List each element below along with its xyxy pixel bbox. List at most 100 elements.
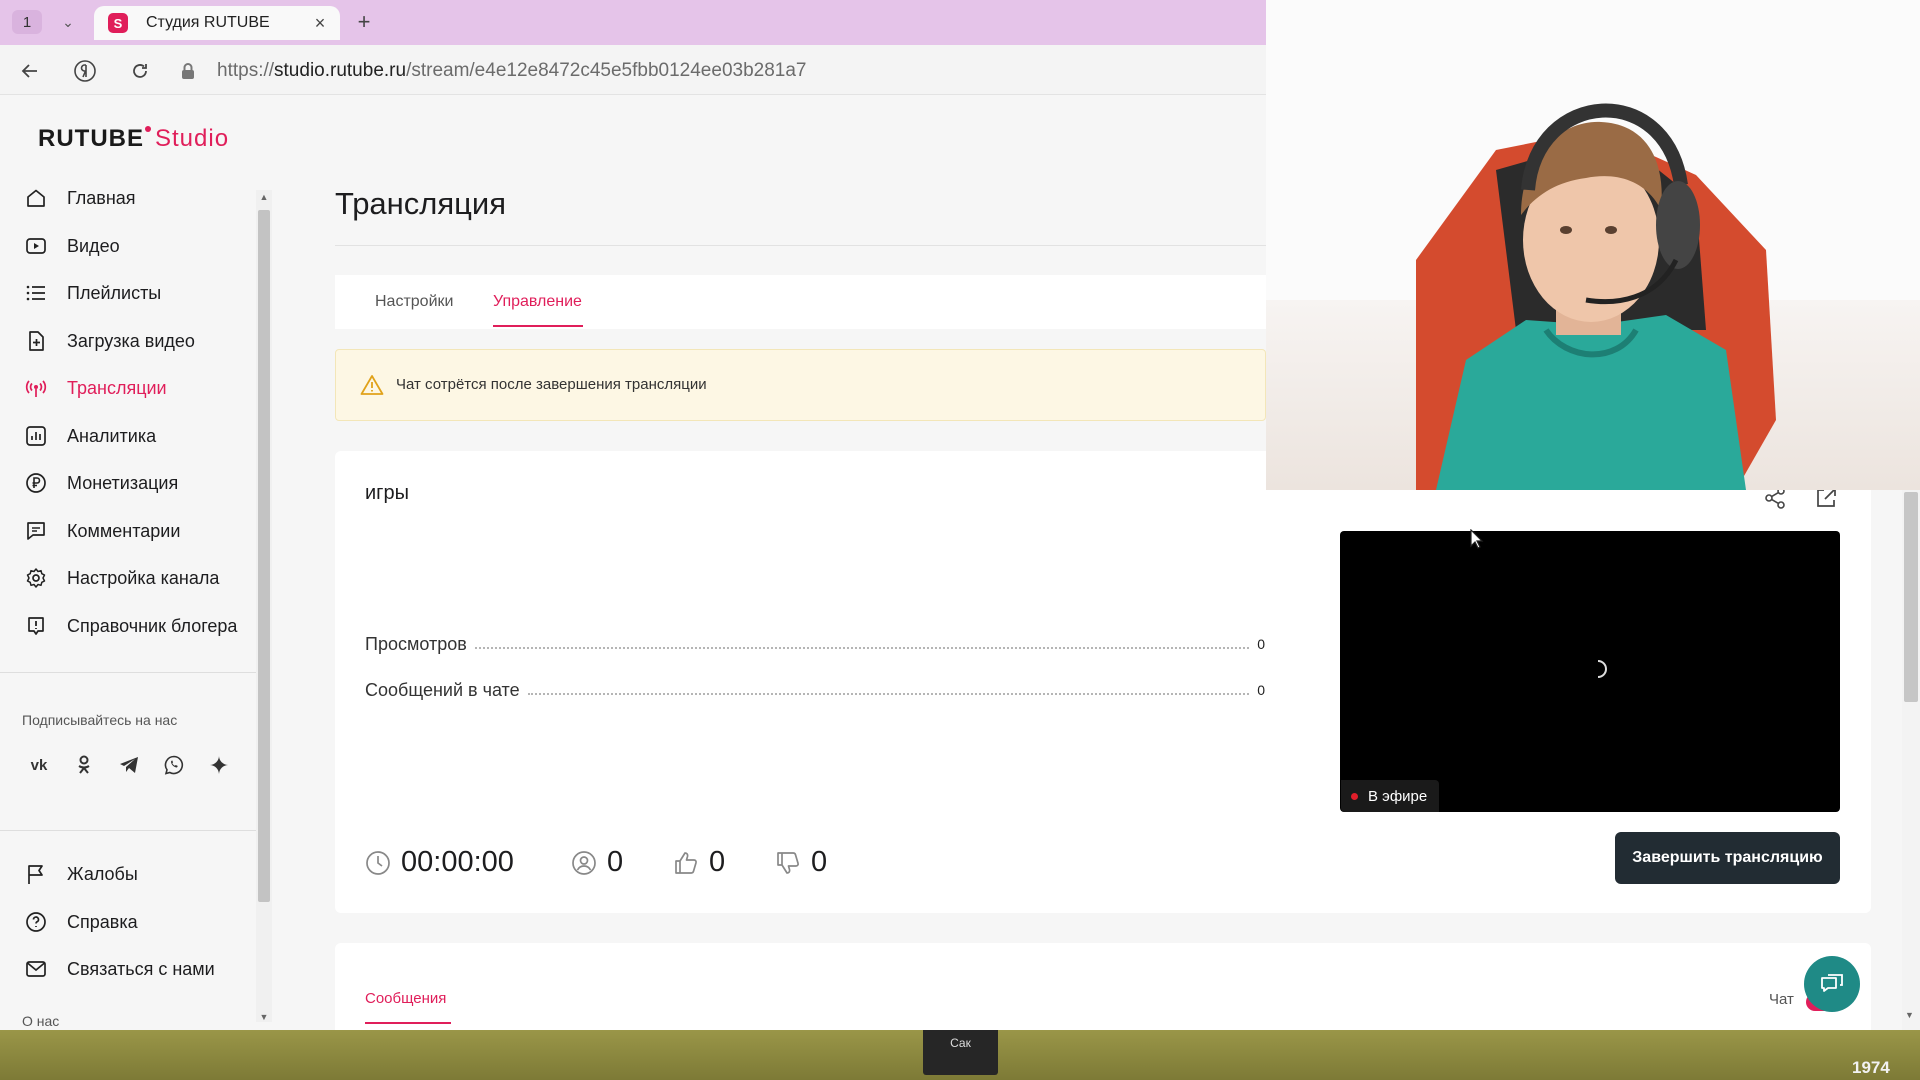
sidebar-item-label: Аналитика bbox=[67, 425, 157, 446]
url-field[interactable]: https://studio.rutube.ru/stream/e4e12e84… bbox=[217, 60, 806, 82]
end-stream-button[interactable]: Завершить трансляцию bbox=[1615, 832, 1840, 884]
home-icon bbox=[24, 186, 48, 210]
chevron-down-icon[interactable]: ⌄ bbox=[53, 10, 83, 34]
new-tab-plus-icon[interactable]: + bbox=[350, 8, 378, 36]
thumbs-up-icon bbox=[673, 850, 699, 876]
sidebar: RUTUBE Studio Главная Видео Плейлисты Заг… bbox=[0, 95, 256, 1030]
rutube-studio-logo[interactable]: RUTUBE Studio bbox=[38, 125, 229, 153]
page-scrollbar-thumb[interactable] bbox=[1904, 492, 1918, 702]
browser-tab-title: Студия RUTUBE bbox=[146, 14, 270, 31]
live-badge: В эфире bbox=[1341, 780, 1440, 812]
mouse-cursor-icon bbox=[1470, 528, 1484, 549]
loading-spinner-icon bbox=[1592, 657, 1612, 681]
flag-icon bbox=[24, 862, 48, 886]
sidebar-item-label: Справочник блогера bbox=[67, 615, 238, 636]
alert-text: Чат сотрётся после завершения трансляции bbox=[396, 376, 707, 393]
messages-tab-underline bbox=[365, 1022, 451, 1024]
likes-metric: 0 bbox=[673, 846, 725, 879]
thumbs-down-icon bbox=[775, 850, 801, 876]
stat-label: Сообщений в чате bbox=[365, 679, 520, 700]
viber-icon[interactable] bbox=[157, 748, 191, 782]
sidebar-item-label: Трансляции bbox=[67, 377, 167, 398]
tab-management[interactable]: Управление bbox=[493, 293, 582, 311]
sidebar-item-home[interactable]: Главная bbox=[24, 181, 136, 215]
dotted-leader bbox=[474, 647, 1250, 649]
info-icon bbox=[24, 614, 48, 638]
ruble-icon bbox=[24, 471, 48, 495]
dislikes-metric: 0 bbox=[775, 846, 827, 879]
sidebar-item-broadcasts[interactable]: Трансляции bbox=[24, 371, 167, 405]
scroll-down-arrow-icon[interactable]: ▼ bbox=[1905, 1010, 1917, 1024]
mail-icon bbox=[24, 957, 48, 981]
tab-messages[interactable]: Сообщения bbox=[365, 990, 446, 1007]
sidebar-divider bbox=[0, 830, 256, 831]
sidebar-item-monetization[interactable]: Монетизация bbox=[24, 466, 178, 500]
upload-icon bbox=[24, 329, 48, 353]
stat-value: 0 bbox=[1257, 682, 1265, 698]
follow-us-label: Подписывайтесь на нас bbox=[22, 712, 178, 728]
sidebar-item-label: Главная bbox=[67, 187, 136, 208]
sidebar-item-playlists[interactable]: Плейлисты bbox=[24, 276, 161, 310]
sidebar-item-blogger-guide[interactable]: Справочник блогера bbox=[24, 609, 237, 643]
rutube-favicon-icon: S bbox=[108, 13, 128, 33]
user-icon bbox=[571, 850, 597, 876]
stat-label: Просмотров bbox=[365, 633, 467, 654]
active-tab-underline bbox=[493, 325, 583, 327]
stat-chat-messages-row: Сообщений в чате 0 bbox=[365, 678, 1265, 702]
close-icon[interactable]: × bbox=[308, 11, 332, 35]
help-icon bbox=[24, 910, 48, 934]
sidebar-item-comments[interactable]: Комментарии bbox=[24, 514, 180, 548]
scroll-down-arrow-icon[interactable]: ▼ bbox=[258, 1011, 270, 1023]
yandex-icon[interactable] bbox=[71, 57, 99, 85]
playlist-icon bbox=[24, 281, 48, 305]
sidebar-scrollbar-thumb[interactable] bbox=[258, 210, 270, 902]
sidebar-item-analytics[interactable]: Аналитика bbox=[24, 419, 156, 453]
telegram-icon[interactable] bbox=[112, 748, 146, 782]
browser-tab[interactable]: S Студия RUTUBE × bbox=[94, 6, 340, 40]
sidebar-divider bbox=[0, 672, 256, 673]
reload-icon[interactable] bbox=[126, 57, 154, 85]
tabs-bar: Настройки Управление bbox=[335, 275, 1266, 329]
ok-icon[interactable] bbox=[67, 748, 101, 782]
sidebar-item-channel-settings[interactable]: Настройка канала bbox=[24, 561, 219, 595]
duration-metric: 00:00:00 bbox=[365, 846, 514, 879]
lock-icon[interactable] bbox=[177, 60, 199, 82]
vk-icon[interactable]: vk bbox=[22, 748, 56, 782]
chat-toggle-label: Чат bbox=[1769, 991, 1794, 1008]
taskbar-number: 1974 bbox=[1852, 1058, 1890, 1077]
webcam-overlay bbox=[1266, 0, 1920, 490]
analytics-icon bbox=[24, 424, 48, 448]
stat-value: 0 bbox=[1257, 636, 1265, 652]
about-link[interactable]: О нас bbox=[22, 1013, 59, 1029]
chat-warning-alert: Чат сотрётся после завершения трансляции bbox=[335, 349, 1266, 421]
comment-icon bbox=[24, 519, 48, 543]
support-chat-button[interactable] bbox=[1804, 956, 1860, 1012]
back-arrow-icon[interactable] bbox=[16, 57, 44, 85]
taskbar-item[interactable]: Сак bbox=[923, 1030, 998, 1075]
gear-icon bbox=[24, 566, 48, 590]
sidebar-item-label: Жалобы bbox=[67, 863, 138, 884]
stat-views-row: Просмотров 0 bbox=[365, 632, 1265, 656]
messages-card bbox=[335, 943, 1871, 1030]
sidebar-item-label: Комментарии bbox=[67, 520, 181, 541]
tab-settings[interactable]: Настройки bbox=[375, 293, 453, 311]
viewers-value: 0 bbox=[607, 846, 624, 878]
sidebar-item-help[interactable]: Справка bbox=[24, 905, 138, 939]
scroll-up-arrow-icon[interactable]: ▲ bbox=[258, 191, 270, 203]
sidebar-item-label: Загрузка видео bbox=[67, 330, 195, 351]
viewers-metric: 0 bbox=[571, 846, 623, 879]
sidebar-item-contact[interactable]: Связаться с нами bbox=[24, 952, 215, 986]
dzen-icon[interactable] bbox=[202, 748, 236, 782]
sidebar-item-label: Справка bbox=[67, 911, 138, 932]
sidebar-item-upload[interactable]: Загрузка видео bbox=[24, 324, 195, 358]
sidebar-item-video[interactable]: Видео bbox=[24, 229, 120, 263]
clock-icon bbox=[365, 850, 391, 876]
sidebar-item-label: Плейлисты bbox=[67, 282, 162, 303]
stream-title: игры bbox=[365, 482, 409, 504]
dislikes-value: 0 bbox=[811, 846, 828, 878]
sidebar-item-complaints[interactable]: Жалобы bbox=[24, 857, 138, 891]
live-dot-icon bbox=[1351, 792, 1358, 800]
tab-counter[interactable]: 1 bbox=[12, 10, 42, 34]
video-player[interactable] bbox=[1340, 531, 1840, 812]
browser-tab-bar: 1 ⌄ S Студия RUTUBE × + bbox=[0, 0, 1266, 45]
